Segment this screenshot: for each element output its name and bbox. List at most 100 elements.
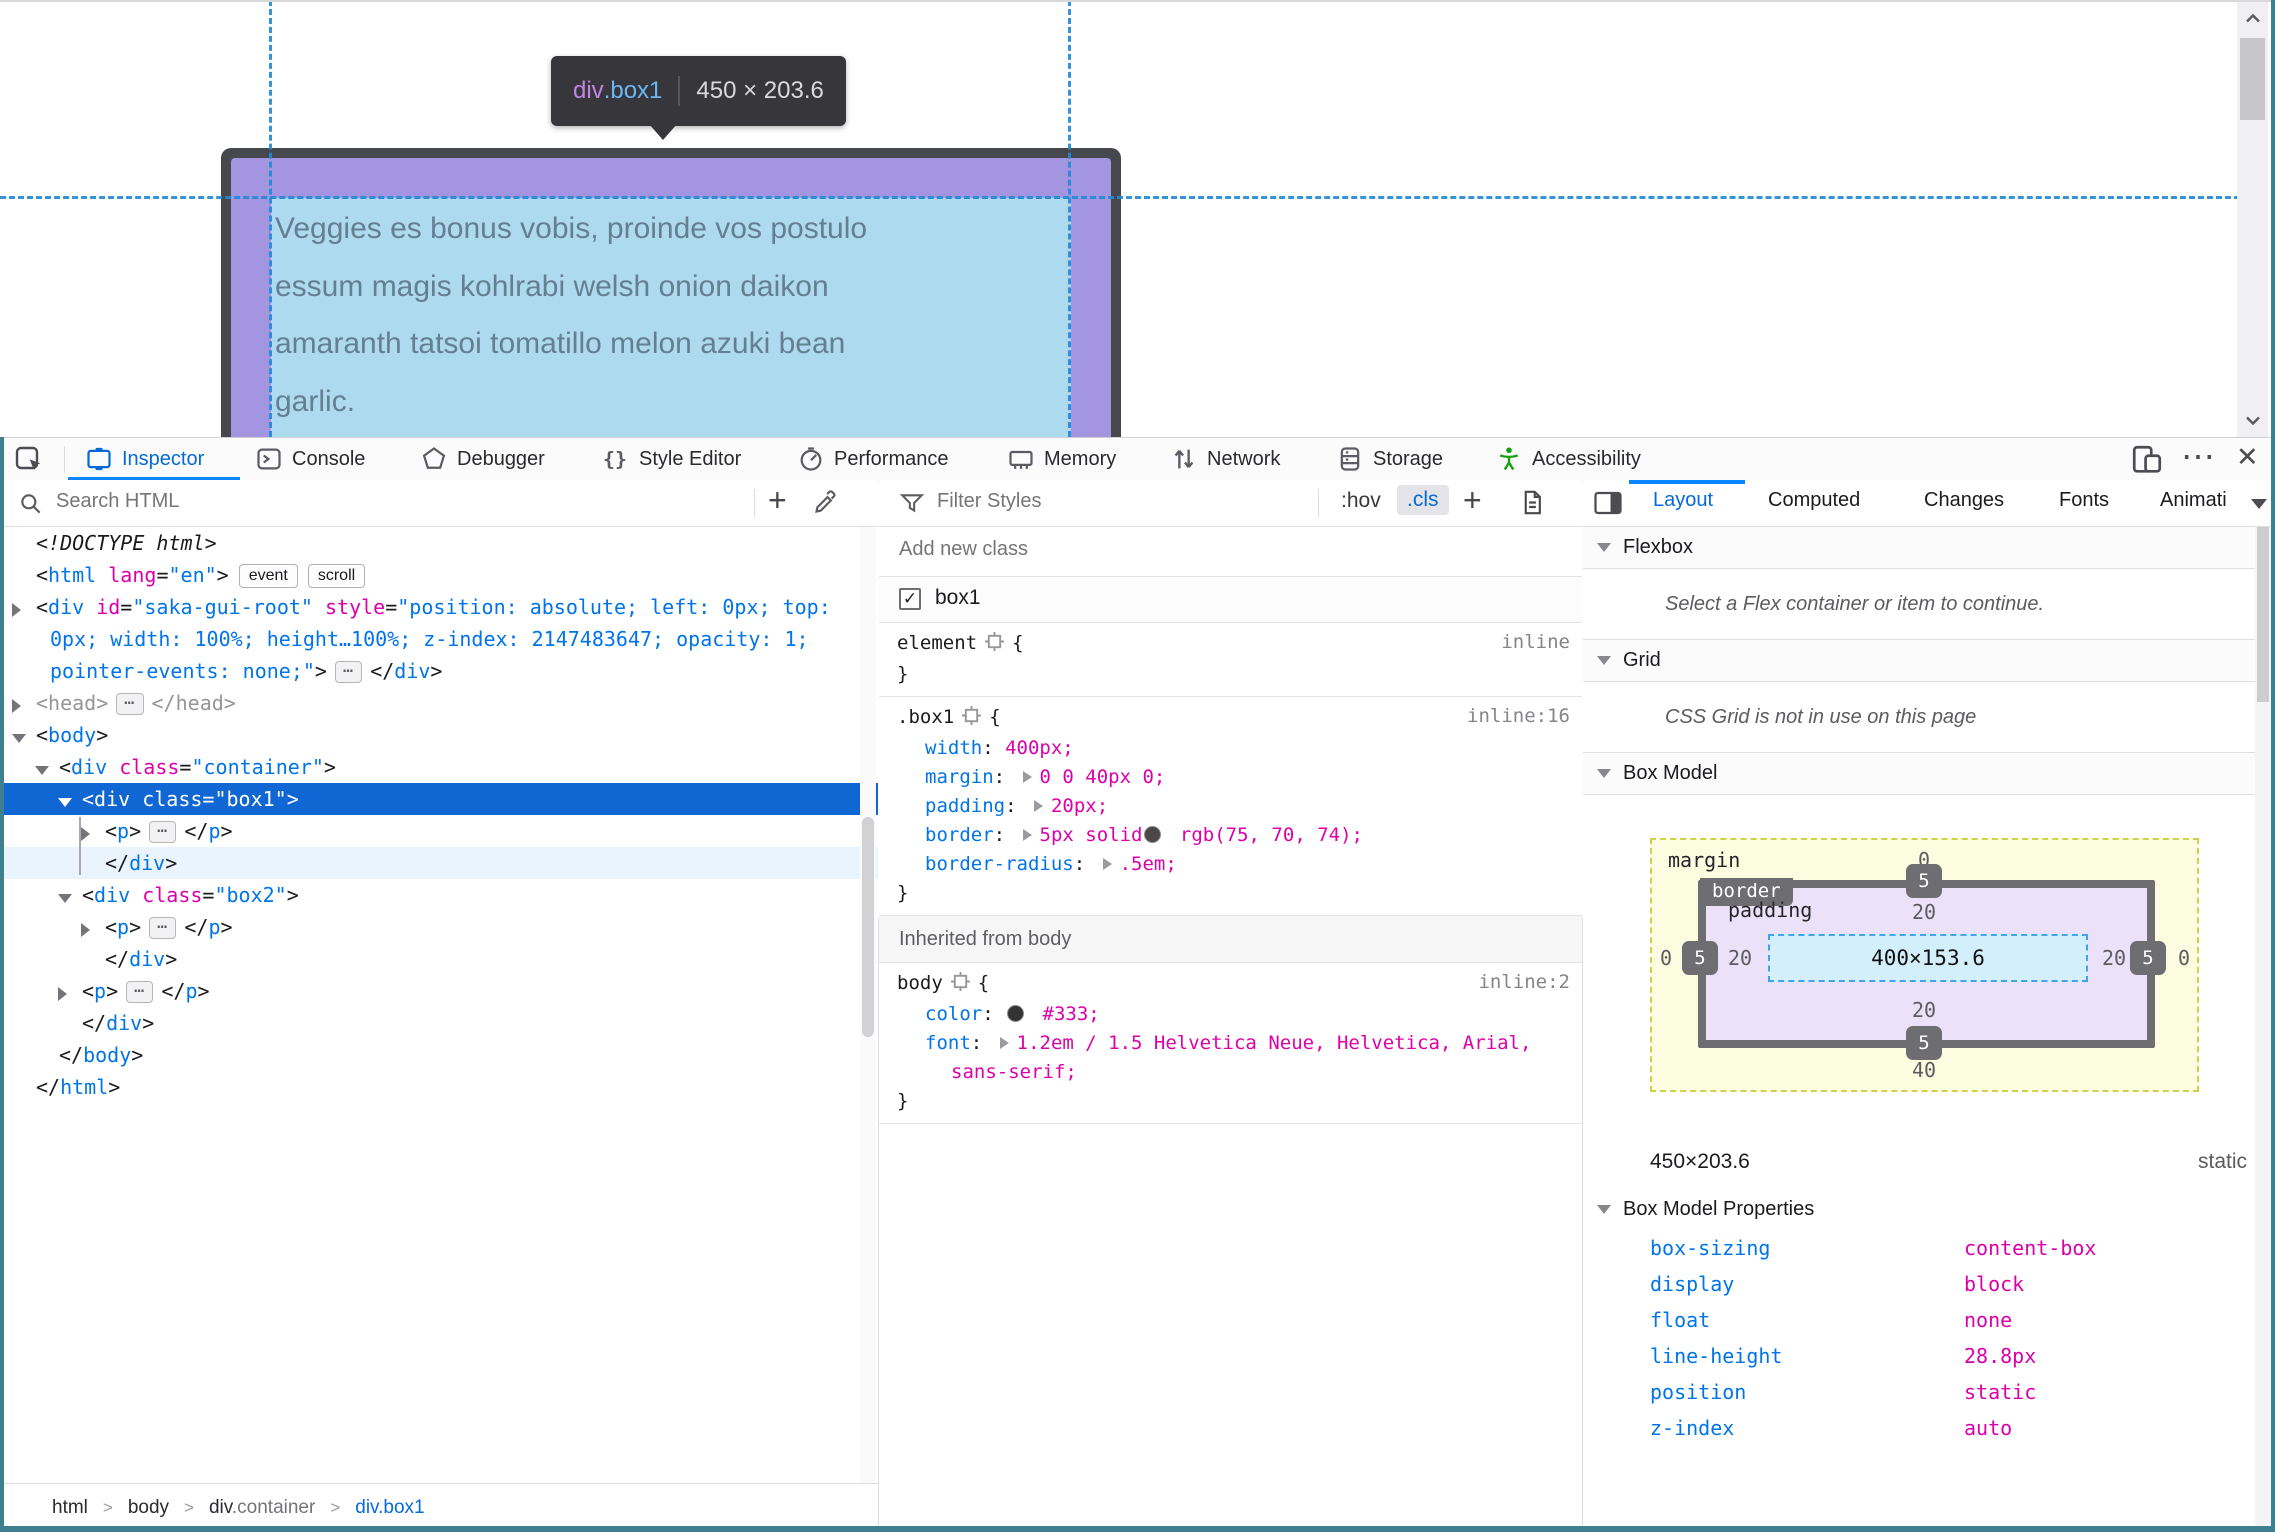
tab-storage[interactable]: Storage — [1336, 439, 1443, 479]
markup-row[interactable]: <p> ⋯ </p> — [0, 815, 878, 847]
padding-bottom-value[interactable]: 20 — [1912, 998, 1936, 1022]
property-name[interactable]: border — [925, 824, 994, 846]
expand-computed-icon[interactable] — [1033, 800, 1043, 812]
margin-right-value[interactable]: 0 — [2178, 946, 2190, 970]
tab-layout[interactable]: Layout — [1653, 489, 1713, 512]
tab-style-editor[interactable]: {} Style Editor — [600, 439, 741, 479]
property-name[interactable]: position — [1650, 1374, 1964, 1410]
property-value[interactable]: #333; — [1031, 1003, 1100, 1025]
property-value[interactable]: 20px; — [1051, 795, 1108, 817]
property-value[interactable]: .5em; — [1120, 853, 1177, 875]
declaration-width[interactable]: width: 400px; — [879, 734, 1582, 763]
declaration-font[interactable]: font: 1.2em / 1.5 Helvetica Neue, Helvet… — [879, 1029, 1582, 1058]
tab-performance[interactable]: Performance — [797, 439, 949, 479]
markup-row[interactable]: <div id="saka-gui-root" style="position:… — [0, 591, 878, 623]
add-new-class-row[interactable]: Add new class — [879, 527, 1582, 577]
grid-section-header[interactable]: Grid — [1583, 640, 2275, 682]
declaration-color[interactable]: color: #333; — [879, 1000, 1582, 1029]
breadcrumb-item-body[interactable]: body — [128, 1497, 169, 1519]
color-swatch[interactable] — [1144, 826, 1162, 843]
selector-highlighter-icon[interactable] — [985, 631, 1005, 660]
scroll-down-button[interactable] — [2237, 405, 2268, 437]
declaration-padding[interactable]: padding: 20px; — [879, 792, 1582, 821]
tab-accessibility[interactable]: Accessibility — [1495, 439, 1641, 479]
property-value[interactable]: 5px solid — [1040, 824, 1143, 846]
meatball-menu-icon[interactable]: ⋯ — [2181, 437, 2216, 477]
expand-computed-icon[interactable] — [1102, 858, 1112, 870]
scroll-up-button[interactable] — [2237, 2, 2268, 34]
border-right-value[interactable]: 5 — [2130, 941, 2166, 975]
box-model-section-header[interactable]: Box Model — [1583, 753, 2275, 795]
property-name[interactable]: width — [925, 737, 982, 759]
property-name[interactable]: font — [925, 1032, 971, 1054]
markup-row[interactable]: <body> — [0, 719, 878, 751]
badge-scroll[interactable]: scroll — [307, 564, 366, 588]
border-top-value[interactable]: 5 — [1906, 864, 1942, 898]
rule-source-link[interactable]: inline:16 — [1467, 705, 1570, 727]
ellipsis-badge[interactable]: ⋯ — [126, 981, 154, 1003]
twisty-collapsed-icon[interactable] — [58, 977, 82, 1009]
expand-computed-icon[interactable] — [999, 1037, 1009, 1049]
rule-source-link[interactable]: inline — [1501, 631, 1570, 653]
flexbox-section-header[interactable]: Flexbox — [1583, 527, 2275, 569]
border-bottom-value[interactable]: 5 — [1906, 1026, 1942, 1060]
page-scrollbar[interactable] — [2237, 2, 2268, 437]
tab-debugger[interactable]: Debugger — [420, 439, 545, 479]
declaration-margin[interactable]: margin: 0 0 40px 0; — [879, 763, 1582, 792]
class-checkbox[interactable]: ✓ — [899, 588, 921, 610]
expand-computed-icon[interactable] — [1022, 771, 1032, 783]
rule-selector[interactable]: body — [897, 972, 943, 994]
tab-computed[interactable]: Computed — [1768, 489, 1860, 512]
markup-row[interactable]: </div> — [0, 1007, 878, 1039]
ellipsis-badge[interactable]: ⋯ — [149, 917, 177, 939]
scrollbar-thumb[interactable] — [2240, 38, 2265, 120]
margin-bottom-value[interactable]: 40 — [1912, 1058, 1936, 1082]
markup-row[interactable]: </body> — [0, 1039, 878, 1071]
markup-row[interactable]: <head> ⋯ </head> — [0, 687, 878, 719]
layout-panel-scrollbar[interactable] — [2255, 527, 2271, 1532]
property-name[interactable]: padding — [925, 795, 1005, 817]
twisty-expanded-icon[interactable] — [12, 721, 36, 753]
box-model-properties-header[interactable]: Box Model Properties — [1583, 1188, 2275, 1230]
markup-row[interactable]: <div class="box2"> — [0, 879, 878, 911]
twisty-expanded-icon[interactable] — [58, 881, 82, 913]
scrollbar-thumb[interactable] — [2257, 527, 2269, 702]
tab-animati[interactable]: Animati — [2160, 489, 2227, 512]
property-value[interactable]: 0 0 40px 0; — [1040, 766, 1166, 788]
margin-left-value[interactable]: 0 — [1660, 946, 1672, 970]
padding-right-value[interactable]: 20 — [2102, 946, 2126, 970]
add-class-input[interactable]: Add new class — [899, 538, 1028, 561]
tab-network[interactable]: Network — [1170, 439, 1280, 479]
twisty-expanded-icon[interactable] — [58, 785, 82, 817]
twisty-collapsed-icon[interactable] — [12, 689, 36, 721]
selector-highlighter-icon[interactable] — [962, 705, 982, 734]
property-value[interactable]: 400px; — [1005, 737, 1074, 759]
filter-styles-input[interactable]: Filter Styles — [937, 490, 1041, 513]
badge-event[interactable]: event — [238, 564, 298, 588]
markup-row[interactable]: </html> — [0, 1071, 878, 1103]
selector-highlighter-icon[interactable] — [950, 971, 970, 1000]
twisty-expanded-icon[interactable] — [35, 753, 59, 785]
markup-row[interactable]: <p> ⋯ </p> — [0, 911, 878, 943]
print-simulation-icon[interactable] — [1519, 489, 1546, 516]
create-node-button[interactable]: + — [768, 482, 787, 519]
border-left-value[interactable]: 5 — [1682, 941, 1718, 975]
twisty-collapsed-icon[interactable] — [81, 913, 105, 945]
property-value[interactable]: 1.2em / 1.5 Helvetica Neue, Helvetica, A… — [1017, 1032, 1532, 1054]
expand-computed-icon[interactable] — [1022, 829, 1032, 841]
tab-fonts[interactable]: Fonts — [2059, 489, 2109, 512]
declaration-border-radius[interactable]: border-radius: .5em; — [879, 850, 1582, 879]
rule-selector[interactable]: element — [897, 632, 977, 654]
declaration-border[interactable]: border: 5px solid rgb(75, 70, 74); — [879, 821, 1582, 850]
markup-row[interactable]: </div> — [0, 943, 878, 975]
ellipsis-badge[interactable]: ⋯ — [116, 693, 144, 715]
responsive-design-mode-icon[interactable] — [2130, 443, 2164, 477]
property-name[interactable]: display — [1650, 1266, 1964, 1302]
toggle-pseudo-classes-button[interactable]: :hov — [1341, 489, 1381, 513]
markup-row[interactable]: <html lang="en"> event scroll — [0, 559, 878, 591]
add-rule-button[interactable]: + — [1463, 482, 1482, 519]
twisty-collapsed-icon[interactable] — [12, 593, 36, 625]
rule-source-link[interactable]: inline:2 — [1478, 971, 1570, 993]
property-name[interactable]: color — [925, 1003, 982, 1025]
pick-element-icon[interactable] — [12, 444, 46, 476]
